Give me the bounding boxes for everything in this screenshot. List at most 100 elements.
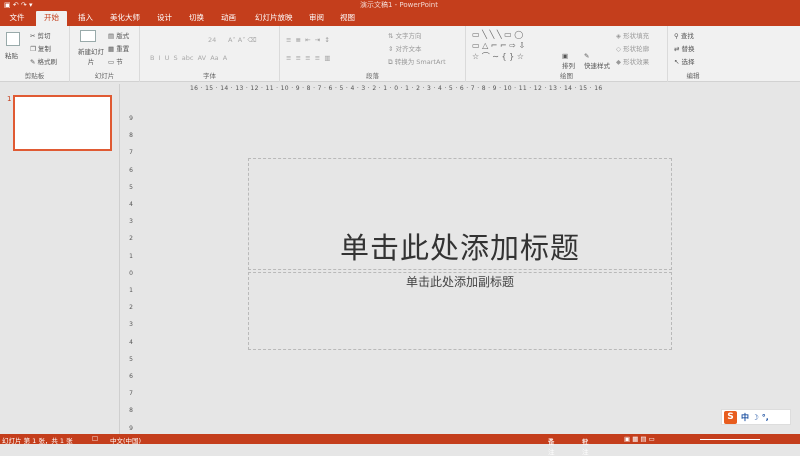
select-button[interactable]: ↖ 选择 [674,56,695,66]
group-label-font: 字体 [203,72,216,80]
view-buttons[interactable]: ▣ ▦ ▤ ▭ [624,435,655,443]
quick-styles-button[interactable]: ✎ 快速样式 [584,52,610,70]
section-button[interactable]: ▭ 节 [108,56,123,66]
vruler-tick: 1 [129,252,133,260]
tab-home[interactable]: 开始 [36,11,67,26]
sogou-logo-icon: S [724,411,737,424]
smartart-button[interactable]: ⧉ 转换为 SmartArt [388,56,446,67]
arrange-button[interactable]: ▣ 排列 [562,52,575,70]
vertical-ruler: 9876543210123456789 [126,100,136,432]
new-slide-button[interactable]: 新建幻灯片 [76,46,106,66]
group-paragraph: ≡ ≣ ⇤ ⇥ ↕ ≡ ≡ ≡ ≡ ▥ ⇅ 文字方向 ⇕ 对齐文本 ⧉ 转换为 … [280,26,466,82]
find-button[interactable]: ⚲ 查找 [674,30,694,40]
group-label-paragraph: 段落 [366,72,379,80]
title-bar: ▣ ↶ ↷ ▾ 演示文稿1 - PowerPoint [0,0,800,10]
tab-file[interactable]: 文件 [0,10,34,26]
quick-styles-label: 快速样式 [584,62,610,70]
shape-effects-label: 形状效果 [623,58,650,66]
slide-thumbnail[interactable] [13,95,112,151]
horizontal-ruler: 16 · 15 · 14 · 13 · 12 · 11 · 10 · 9 · 8… [120,84,800,96]
tab-review[interactable]: 审阅 [309,12,324,23]
document-title: 演示文稿1 - PowerPoint [360,1,438,9]
list-buttons[interactable]: ≡ ≣ ⇤ ⇥ ↕ [286,36,330,44]
layout-button[interactable]: ▤ 版式 [108,30,129,40]
notes-label: 备注 [548,438,555,456]
quick-styles-icon: ✎ [584,52,590,60]
shape-fill-button[interactable]: ◈ 形状填充 [616,30,649,40]
vruler-tick: 4 [129,201,133,209]
arrange-icon: ▣ [562,52,569,60]
format-painter-button[interactable]: ✎ 格式刷 [30,56,57,66]
font-size-select[interactable]: 24 [208,36,216,44]
group-slides: 新建幻灯片 ▤ 版式 ▦ 重置 ▭ 节 幻灯片 [70,26,140,82]
shape-fill-label: 形状填充 [623,32,650,40]
vruler-tick: 5 [129,355,133,363]
cut-button[interactable]: ✂ 剪切 [30,30,51,40]
smartart-icon: ⧉ [388,58,395,66]
subtitle-placeholder[interactable]: 单击此处添加副标题 [248,272,672,350]
binoculars-icon: ⚲ [674,32,681,40]
thumbnail-number: 1 [7,95,12,103]
replace-label: 替换 [681,45,695,53]
copy-label: 复制 [37,45,51,53]
section-icon: ▭ [108,58,117,66]
ruler-ticks: 16 · 15 · 14 · 13 · 12 · 11 · 10 · 9 · 8… [190,85,603,92]
scissors-icon: ✂ [30,32,38,40]
group-font: 24 A˄ A˅ ⌫ B I U S abc AV Aa A 字体 [140,26,280,82]
align-buttons[interactable]: ≡ ≡ ≡ ≡ ▥ [286,54,330,62]
reset-icon: ▦ [108,45,117,53]
shape-effects-button[interactable]: ◆ 形状效果 [616,56,649,66]
tab-animations[interactable]: 动画 [221,12,236,23]
vruler-tick: 8 [129,407,133,415]
zoom-slider[interactable] [700,439,760,440]
text-direction-button[interactable]: ⇅ 文字方向 [388,30,422,40]
tab-design[interactable]: 设计 [157,12,172,23]
vruler-tick: 4 [129,338,133,346]
smartart-label: 转换为 SmartArt [394,58,446,66]
vruler-tick: 0 [129,269,133,277]
vruler-tick: 7 [129,149,133,157]
shape-outline-button[interactable]: ◇ 形状轮廓 [616,43,649,53]
group-editing: ⚲ 查找 ⇄ 替换 ↖ 选择 编辑 [668,26,718,82]
vruler-tick: 7 [129,390,133,398]
format-painter-label: 格式刷 [37,58,58,66]
group-label-drawing: 绘图 [560,72,573,80]
ime-mode[interactable]: 中 ☽ °, [741,412,769,423]
section-label: 节 [116,58,123,66]
status-bar: 幻灯片 第 1 张，共 1 张 ☐ 中文(中国) ≡ 备注 ▭ 批注 ▣ ▦ ▤… [0,434,800,456]
vruler-tick: 6 [129,166,133,174]
reset-button[interactable]: ▦ 重置 [108,43,129,53]
shapes-gallery[interactable]: ▭ ╲ ╲ ╲ ▭ ◯ ▭ △ ⌐ ⌐ ⇨ ⇩ ☆ ⌒ ∼ { } ☆ [472,29,525,62]
copy-button[interactable]: ❐ 复制 [30,43,51,53]
reset-label: 重置 [116,45,130,53]
vruler-tick: 1 [129,287,133,295]
tab-beautify[interactable]: 美化大师 [110,12,140,23]
font-grow-shrink[interactable]: A˄ A˅ ⌫ [228,36,257,44]
comments-label: 批注 [582,438,589,456]
align-text-button[interactable]: ⇕ 对齐文本 [388,43,422,53]
tab-slideshow[interactable]: 幻灯片放映 [255,12,293,23]
replace-icon: ⇄ [674,45,682,53]
group-clipboard: 粘贴 ✂ 剪切 ❐ 复制 ✎ 格式刷 剪贴板 [0,26,70,82]
spellcheck-icon[interactable]: ☐ [92,435,98,443]
replace-button[interactable]: ⇄ 替换 [674,43,695,53]
font-style-buttons[interactable]: B I U S abc AV Aa A [150,54,227,62]
vruler-tick: 2 [129,235,133,243]
find-label: 查找 [680,32,694,40]
group-label-slides: 幻灯片 [94,72,115,80]
title-placeholder[interactable]: 单击此处添加标题 [248,158,672,270]
tab-insert[interactable]: 插入 [78,12,93,23]
vruler-tick: 3 [129,321,133,329]
text-direction-label: 文字方向 [395,32,422,40]
tab-view[interactable]: 视图 [340,12,355,23]
align-text-icon: ⇕ [388,45,396,53]
cut-label: 剪切 [37,32,51,40]
tab-transitions[interactable]: 切换 [189,12,204,23]
ime-toolbar[interactable]: S 中 ☽ °, [721,409,791,425]
vruler-tick: 3 [129,218,133,226]
group-drawing: ▭ ╲ ╲ ╲ ▭ ◯ ▭ △ ⌐ ⌐ ⇨ ⇩ ☆ ⌒ ∼ { } ☆ ▣ 排列 ✎ 快… [466,26,668,82]
quick-access-toolbar[interactable]: ▣ ↶ ↷ ▾ [4,1,33,9]
shape-outline-label: 形状轮廓 [623,45,650,53]
paste-button[interactable]: 粘贴 [5,50,18,60]
title-placeholder-text: 单击此处添加标题 [339,231,580,265]
